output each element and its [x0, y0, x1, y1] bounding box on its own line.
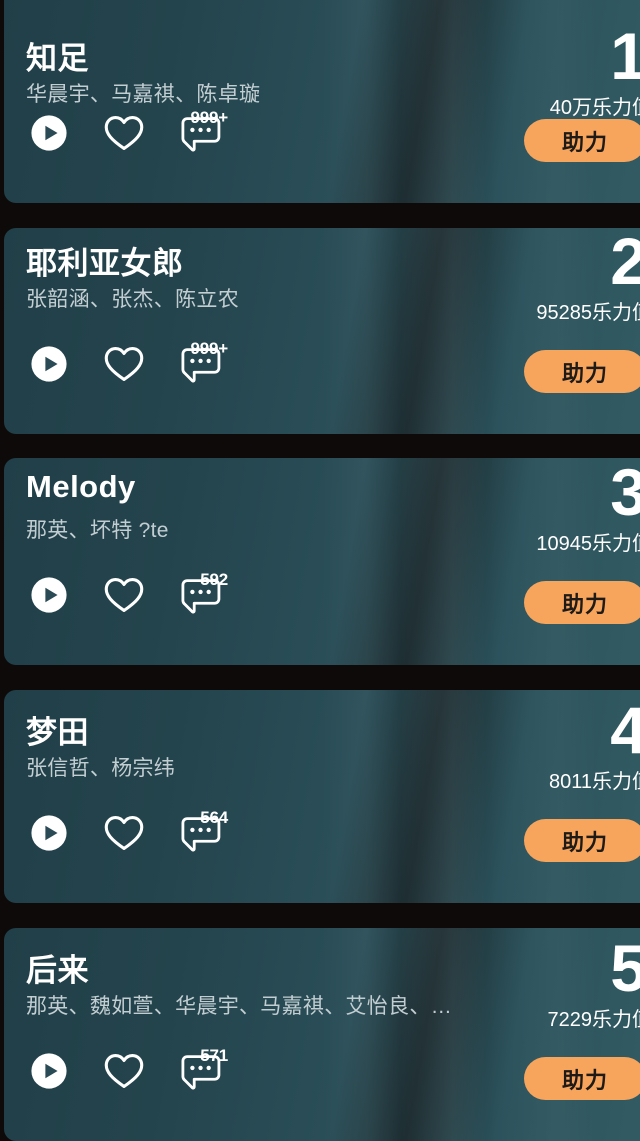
comment-bubble-icon[interactable]: 592: [180, 571, 228, 615]
heart-icon[interactable]: [104, 345, 144, 383]
comment-bubble-icon[interactable]: 571: [180, 1047, 228, 1091]
song-title: Melody: [26, 469, 136, 504]
boost-button[interactable]: 助力: [524, 119, 640, 162]
rank-number: 2: [610, 228, 640, 298]
score-value: 95285乐力值: [536, 302, 640, 324]
song-card-body: Melody 那英、坏特 ?te 3 10945乐力值 592 助力: [4, 458, 640, 665]
song-artists: 张信哲、杨宗纬: [26, 757, 176, 780]
song-card[interactable]: 耶利亚女郎 张韶涵、张杰、陈立农 2 95285乐力值 999+ 助力: [4, 228, 640, 434]
song-card[interactable]: 后来 那英、魏如萱、华晨宇、马嘉祺、艾怡良、… 5 7229乐力值 571 助力: [4, 928, 640, 1141]
heart-icon[interactable]: [104, 814, 144, 852]
comment-count-badge: 999+: [190, 108, 229, 127]
action-row: 592: [30, 571, 228, 615]
song-card[interactable]: 知足 华晨宇、马嘉祺、陈卓璇 1 40万乐力值 999+ 助力: [4, 0, 640, 203]
boost-button[interactable]: 助力: [524, 350, 640, 393]
song-artists: 华晨宇、马嘉祺、陈卓璇: [26, 83, 261, 106]
song-card[interactable]: 梦田 张信哲、杨宗纬 4 8011乐力值 564 助力: [4, 690, 640, 903]
song-title: 后来: [26, 953, 89, 988]
song-artists: 张韶涵、张杰、陈立农: [26, 288, 239, 311]
song-title: 知足: [26, 41, 89, 76]
action-row: 571: [30, 1047, 228, 1091]
comment-bubble-icon[interactable]: 564: [180, 809, 228, 853]
play-icon[interactable]: [30, 576, 68, 614]
heart-icon[interactable]: [104, 576, 144, 614]
rank-number: 4: [610, 693, 640, 767]
score-value: 7229乐力值: [547, 1009, 640, 1031]
song-card-body: 后来 那英、魏如萱、华晨宇、马嘉祺、艾怡良、… 5 7229乐力值 571 助力: [4, 928, 640, 1141]
song-artists: 那英、坏特 ?te: [26, 519, 169, 542]
song-ranking-list: 知足 华晨宇、马嘉祺、陈卓璇 1 40万乐力值 999+ 助力 耶利亚女郎 张韶…: [0, 0, 640, 1141]
comment-count-badge: 571: [200, 1046, 228, 1065]
song-card-body: 梦田 张信哲、杨宗纬 4 8011乐力值 564 助力: [4, 690, 640, 903]
score-value: 40万乐力值: [549, 97, 640, 119]
rank-number: 5: [610, 931, 640, 1005]
song-card-body: 耶利亚女郎 张韶涵、张杰、陈立农 2 95285乐力值 999+ 助力: [4, 228, 640, 434]
rank-number: 3: [610, 458, 640, 529]
play-icon[interactable]: [30, 1052, 68, 1090]
boost-button[interactable]: 助力: [524, 581, 640, 624]
action-row: 999+: [30, 109, 228, 153]
song-title: 耶利亚女郎: [26, 246, 184, 281]
boost-button[interactable]: 助力: [524, 819, 640, 862]
song-title: 梦田: [26, 715, 89, 750]
play-icon[interactable]: [30, 345, 68, 383]
play-icon[interactable]: [30, 114, 68, 152]
song-card-body: 知足 华晨宇、马嘉祺、陈卓璇 1 40万乐力值 999+ 助力: [4, 0, 640, 203]
action-row: 999+: [30, 340, 228, 384]
comment-bubble-icon[interactable]: 999+: [180, 109, 228, 153]
score-value: 8011乐力值: [548, 771, 640, 793]
action-row: 564: [30, 809, 228, 853]
rank-number: 1: [610, 19, 640, 93]
song-artists: 那英、魏如萱、华晨宇、马嘉祺、艾怡良、…: [26, 995, 452, 1018]
comment-bubble-icon[interactable]: 999+: [180, 340, 228, 384]
boost-button[interactable]: 助力: [524, 1057, 640, 1100]
play-icon[interactable]: [30, 814, 68, 852]
comment-count-badge: 592: [200, 570, 228, 589]
comment-count-badge: 564: [200, 808, 228, 827]
comment-count-badge: 999+: [190, 339, 229, 358]
heart-icon[interactable]: [104, 1052, 144, 1090]
heart-icon[interactable]: [104, 114, 144, 152]
song-card[interactable]: Melody 那英、坏特 ?te 3 10945乐力值 592 助力: [4, 458, 640, 665]
score-value: 10945乐力值: [536, 533, 640, 555]
